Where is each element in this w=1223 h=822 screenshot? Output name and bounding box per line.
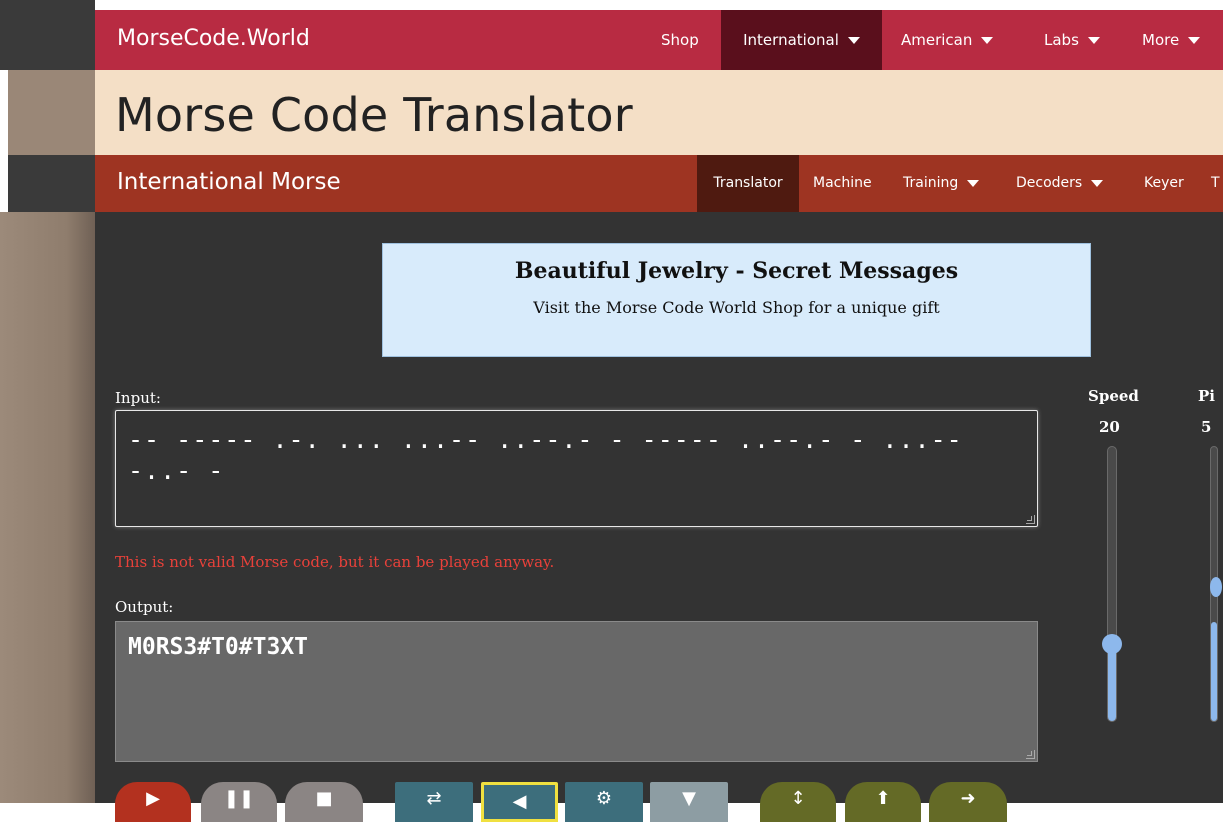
text-output-textarea[interactable]: M0RS3#T0#T3XT — [115, 621, 1038, 762]
section-title[interactable]: International Morse — [117, 169, 341, 195]
nav-more[interactable]: More — [1142, 10, 1201, 70]
upload-icon: ⬆ — [875, 788, 891, 809]
subnav-machine[interactable]: Machine — [813, 155, 872, 212]
stop-icon: ■ — [315, 788, 333, 809]
output-text: M0RS3#T0#T3XT — [128, 634, 309, 660]
swap-button[interactable]: ↕ — [760, 782, 836, 822]
page-backdrop — [8, 155, 95, 212]
main-content: Beautiful Jewelry - Secret Messages Visi… — [95, 212, 1223, 822]
sub-nav: International Morse Translator Machine T… — [95, 155, 1223, 212]
stop-button[interactable]: ■ — [285, 782, 363, 822]
caret-down-icon — [1087, 37, 1100, 44]
page-backdrop — [0, 212, 95, 803]
settings-icon: ⚙ — [595, 788, 613, 809]
next-icon: ➜ — [960, 788, 976, 809]
share-button[interactable]: ◀ — [481, 782, 558, 822]
play-icon: ▶ — [146, 788, 160, 809]
nav-american[interactable]: American — [901, 10, 994, 70]
caret-down-icon — [1091, 179, 1104, 187]
nav-labs[interactable]: Labs — [1044, 10, 1100, 70]
nav-international[interactable]: International — [721, 10, 882, 70]
speed-label: Speed — [1088, 387, 1139, 405]
page-title: Morse Code Translator — [115, 88, 633, 142]
pitch-slider[interactable] — [1210, 446, 1222, 722]
repeat-button[interactable]: ⇄ — [395, 782, 473, 822]
speed-slider[interactable] — [1102, 446, 1122, 722]
pitch-slider-fill — [1211, 622, 1217, 721]
validation-error: This is not valid Morse code, but it can… — [115, 553, 555, 571]
resize-handle-icon[interactable] — [1026, 515, 1035, 524]
next-button[interactable]: ➜ — [929, 782, 1007, 822]
ad-subtitle: Visit the Morse Code World Shop for a un… — [533, 298, 940, 317]
speed-value: 20 — [1099, 418, 1120, 436]
download-button[interactable]: ▼ — [650, 782, 728, 822]
pause-button[interactable]: ❚❚ — [201, 782, 277, 822]
play-button[interactable]: ▶ — [115, 782, 191, 822]
download-icon: ▼ — [682, 788, 696, 809]
upload-button[interactable]: ⬆ — [845, 782, 921, 822]
subnav-overflow[interactable]: T — [1211, 155, 1220, 212]
speed-slider-fill — [1108, 644, 1116, 721]
caret-down-icon — [1188, 37, 1201, 44]
settings-button[interactable]: ⚙ — [565, 782, 643, 822]
caret-down-icon — [967, 179, 980, 187]
site-logo[interactable]: MorseCode.World — [117, 26, 310, 51]
page-backdrop — [0, 0, 95, 70]
subnav-decoders[interactable]: Decoders — [1016, 155, 1104, 212]
repeat-icon: ⇄ — [426, 788, 442, 809]
swap-icon: ↕ — [790, 788, 806, 809]
top-nav: MorseCode.World Shop International Ameri… — [95, 10, 1223, 70]
subnav-translator[interactable]: Translator — [697, 155, 799, 212]
pitch-slider-thumb[interactable] — [1210, 577, 1222, 597]
resize-handle-icon[interactable] — [1026, 750, 1035, 759]
output-label: Output: — [115, 598, 174, 616]
title-bar: Morse Code Translator — [95, 70, 1223, 155]
pause-icon: ❚❚ — [223, 788, 255, 809]
ad-title: Beautiful Jewelry - Secret Messages — [514, 258, 959, 284]
morse-input-textarea[interactable]: -- ----- .-. ... ...-- ..--.- - ----- ..… — [115, 410, 1038, 527]
caret-down-icon — [981, 37, 994, 44]
subnav-keyer[interactable]: Keyer — [1144, 155, 1184, 212]
pitch-value: 5 — [1201, 418, 1212, 436]
share-icon: ◀ — [512, 791, 527, 812]
nav-shop[interactable]: Shop — [661, 10, 699, 70]
shop-ad-banner[interactable]: Beautiful Jewelry - Secret Messages Visi… — [382, 243, 1091, 357]
speed-slider-thumb[interactable] — [1102, 634, 1122, 655]
caret-down-icon — [847, 37, 860, 44]
input-text: -- ----- .-. ... ...-- ..--.- - ----- ..… — [128, 425, 963, 485]
browser-top-strip — [0, 0, 1223, 10]
pitch-label: Pi — [1198, 387, 1215, 405]
input-label: Input: — [115, 389, 161, 407]
subnav-training[interactable]: Training — [903, 155, 980, 212]
